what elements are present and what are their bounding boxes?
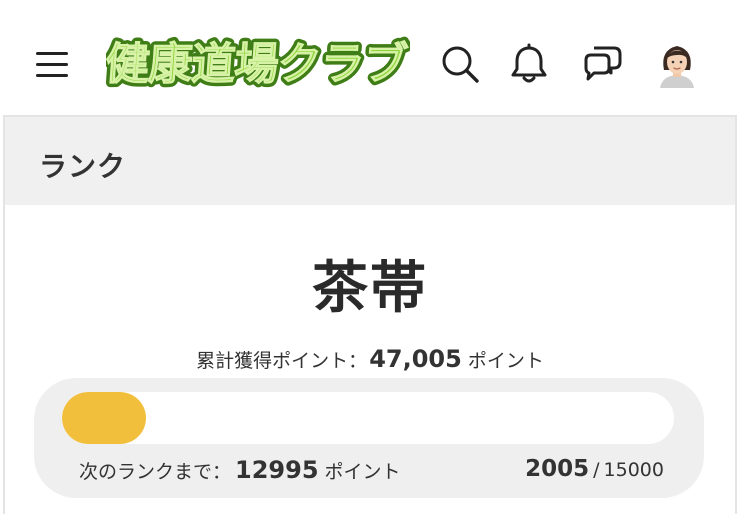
progress-count: 2005/15000	[525, 456, 664, 482]
bell-icon[interactable]	[507, 42, 551, 86]
rank-card: ランク 茶帯 累計獲得ポイント：47,005 ポイント 次のランクまで： 12995…	[3, 115, 737, 514]
rank-card-header: ランク	[5, 117, 735, 205]
site-logo[interactable]: 健康道場クラブ 健康道場クラブ	[106, 36, 410, 90]
total-points-unit: ポイント	[467, 350, 544, 372]
logo-text: 健康道場クラブ	[106, 39, 409, 90]
progress-separator: /	[593, 459, 600, 481]
avatar[interactable]	[654, 40, 700, 88]
app-header: 健康道場クラブ 健康道場クラブ	[0, 0, 740, 114]
total-points-line: 累計獲得ポイント：47,005 ポイント	[5, 345, 735, 373]
progress-goal: 15000	[603, 459, 664, 481]
rank-progress-track	[62, 392, 674, 444]
search-icon[interactable]	[438, 42, 482, 86]
total-points-label: 累計獲得ポイント：	[196, 350, 368, 372]
progress-current: 2005	[525, 456, 590, 482]
next-rank-unit: ポイント	[324, 461, 401, 483]
next-rank-label: 次のランクまで：	[79, 461, 232, 483]
rank-progress-fill	[62, 392, 146, 444]
rank-progress-panel: 次のランクまで： 12995 ポイント 2005/15000	[34, 378, 704, 498]
next-rank-line: 次のランクまで： 12995 ポイント	[79, 456, 401, 484]
chat-icon[interactable]	[580, 42, 624, 86]
total-points-value: 47,005	[369, 345, 462, 373]
rank-card-title: ランク	[39, 150, 127, 183]
menu-icon[interactable]	[30, 44, 74, 84]
rank-name: 茶帯	[312, 256, 428, 321]
next-rank-value: 12995	[235, 456, 319, 484]
